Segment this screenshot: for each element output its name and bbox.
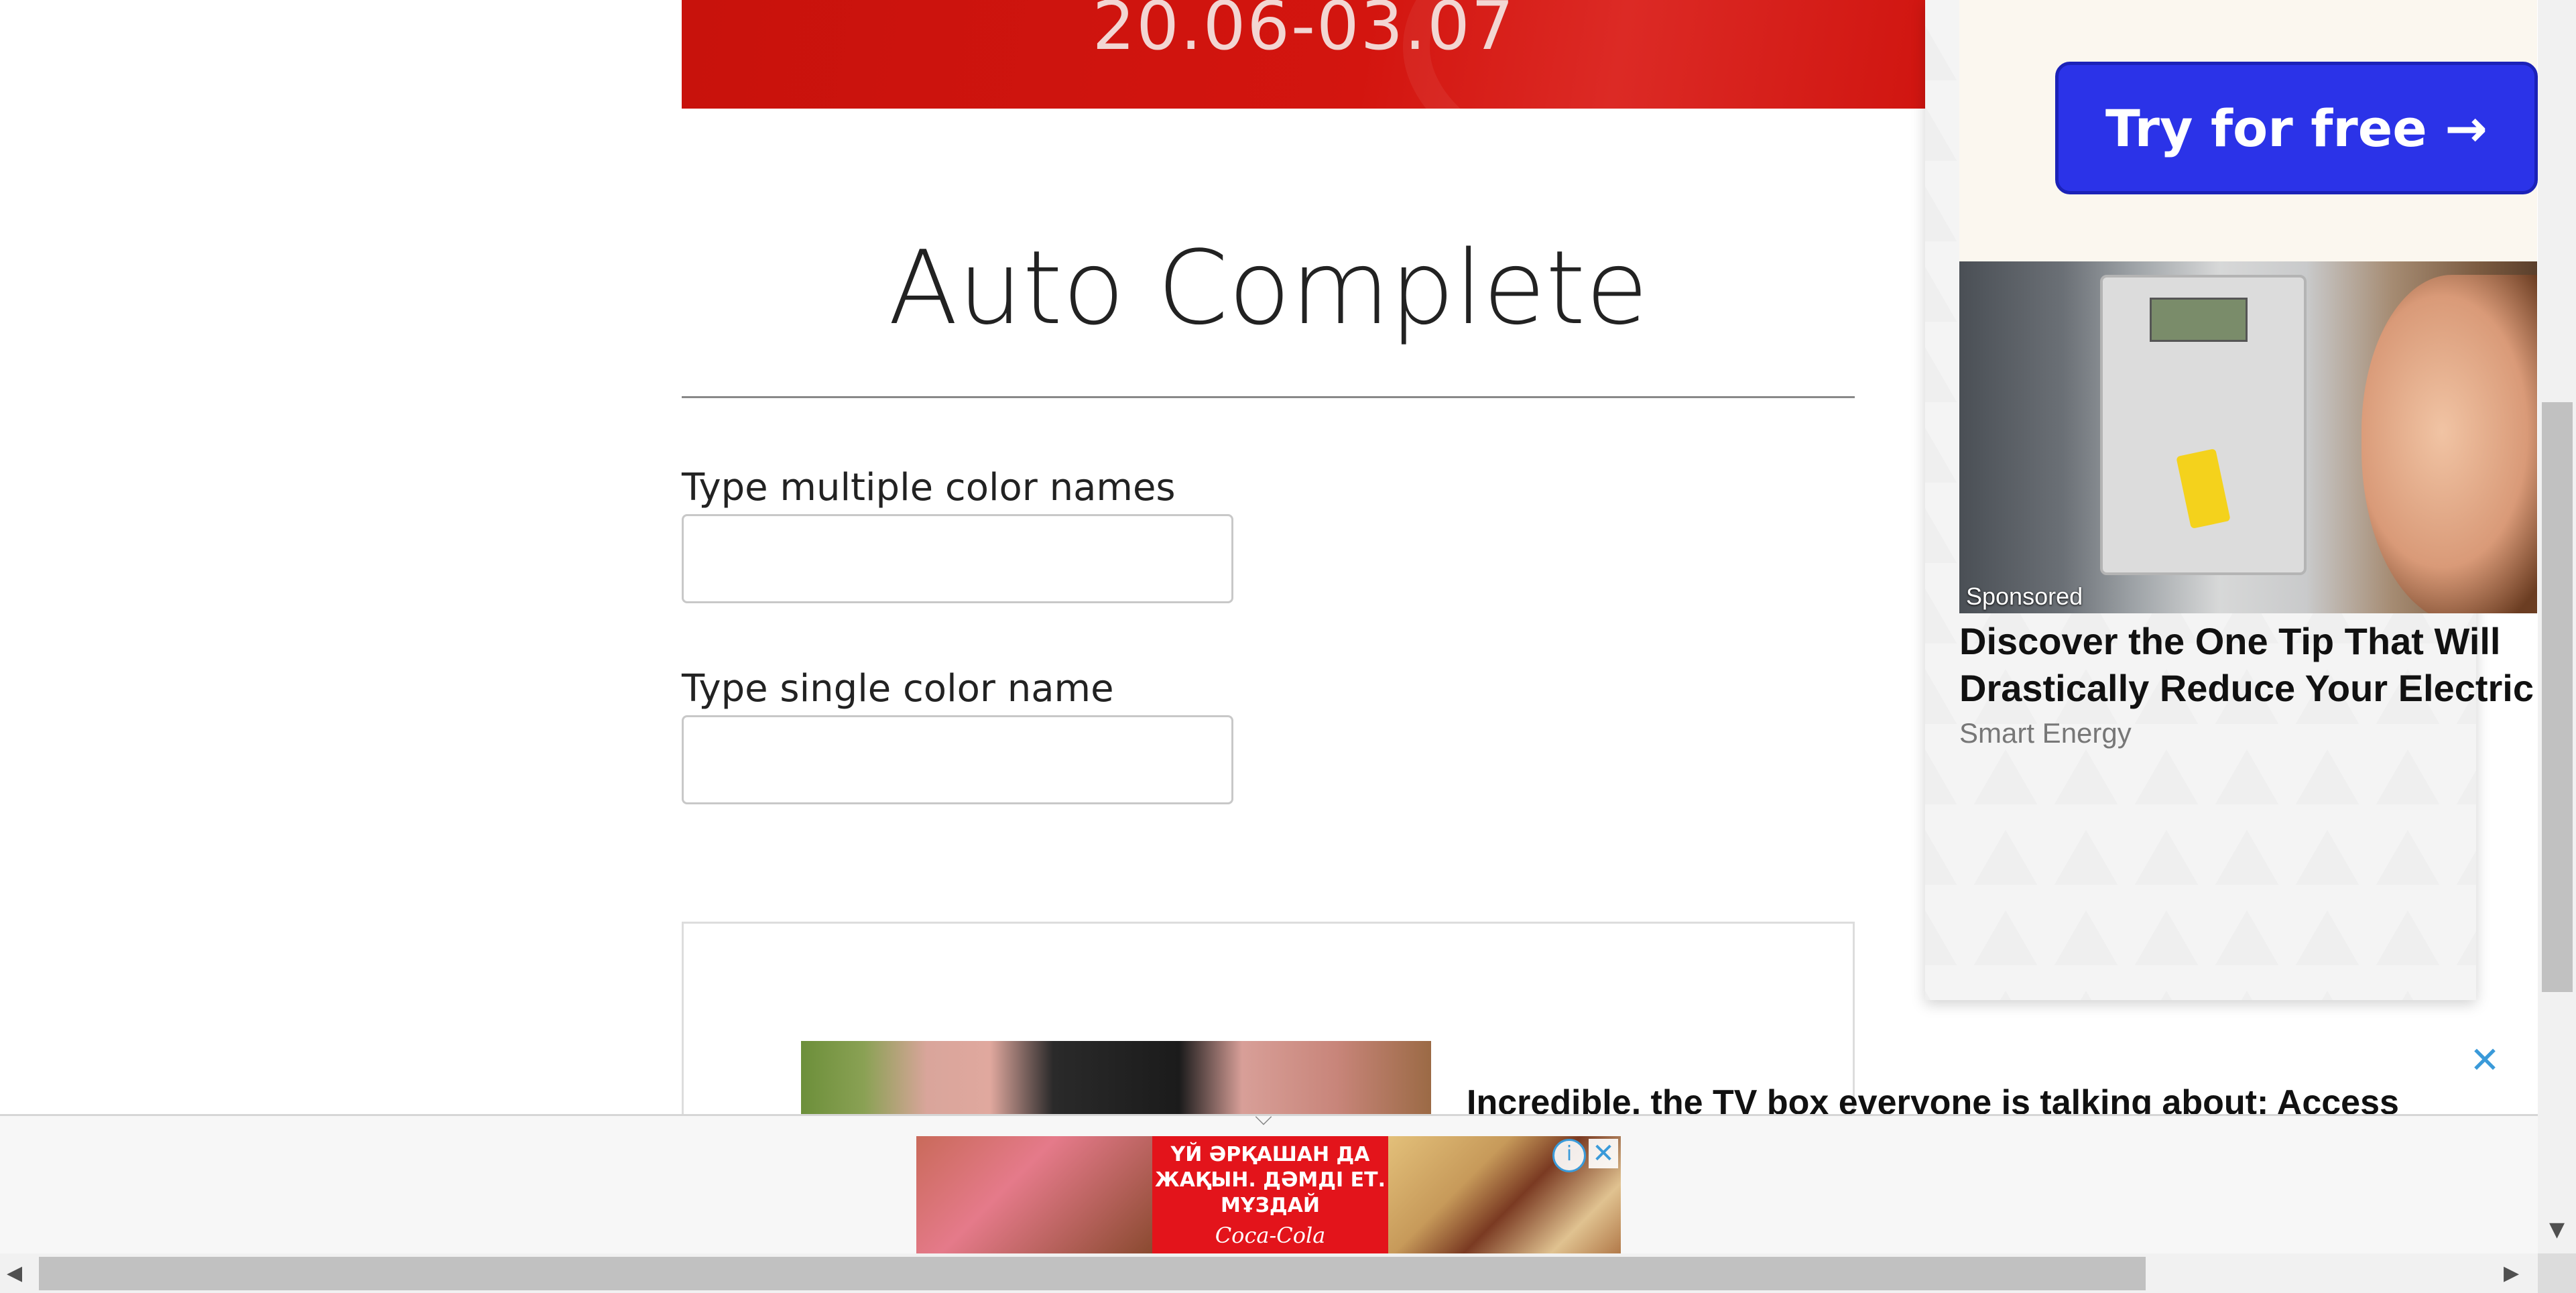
vertical-scrollbar-thumb[interactable] — [2542, 402, 2573, 992]
single-color-label: Type single color name — [682, 667, 1114, 711]
multiple-color-input[interactable] — [682, 514, 1233, 603]
video-ad-headline[interactable]: Incredible, the TV box everyone is talki… — [1467, 1079, 2512, 1114]
bottom-banner-ad[interactable]: ҮЙ ӘРҚАШАН ДА ЖАҚЫН. ДӘМДІ ЕТ. МҰЗДАЙ Co… — [916, 1136, 1621, 1253]
electric-meter-image — [2100, 275, 2307, 575]
horizontal-scrollbar-thumb[interactable] — [39, 1257, 2146, 1290]
sidebar-ad-source[interactable]: Smart Energy — [1959, 717, 2132, 749]
sidebar-ad-headline[interactable]: Discover the One Tip That Will Drastical… — [1959, 618, 2537, 719]
meter-tag — [2176, 448, 2231, 530]
banner-date-range: 20.06-03.07 — [1092, 0, 1516, 65]
chevron-down-icon[interactable]: ⌵ — [1247, 1106, 1280, 1129]
scroll-right-arrow-icon[interactable]: ▶ — [2504, 1259, 2530, 1288]
banner-close-icon[interactable]: ✕ — [1589, 1139, 1618, 1168]
close-icon[interactable]: ✕ — [2468, 1042, 2502, 1079]
title-divider — [682, 396, 1855, 398]
meter-display — [2150, 298, 2248, 342]
video-ad-thumbnail[interactable] — [801, 1041, 1431, 1115]
scrollbar-corner — [2538, 1253, 2576, 1293]
promo-banner[interactable]: 20.06-03.07 — [682, 0, 1926, 109]
single-color-input[interactable] — [682, 715, 1233, 804]
coca-cola-logo: Coca-Cola — [1215, 1222, 1326, 1248]
banner-ad-message: ҮЙ ӘРҚАШАН ДА ЖАҚЫН. ДӘМДІ ЕТ. МҰЗДАЙ Co… — [1152, 1136, 1388, 1253]
child-face-image — [2362, 275, 2537, 613]
scroll-down-arrow-icon[interactable]: ▼ — [2538, 1217, 2576, 1243]
sponsored-label: Sponsored — [1966, 582, 2083, 610]
banner-ad-photo-woman — [916, 1136, 1152, 1253]
scroll-left-arrow-icon[interactable]: ◀ — [7, 1259, 34, 1288]
try-for-free-button[interactable]: Try for free → — [2055, 62, 2538, 194]
multiple-color-label: Type multiple color names — [682, 466, 1176, 509]
banner-ad-text: ҮЙ ӘРҚАШАН ДА ЖАҚЫН. ДӘМДІ ЕТ. МҰЗДАЙ — [1155, 1142, 1386, 1217]
sidebar-ad-image[interactable]: Sponsored — [1959, 261, 2537, 613]
page-title: Auto Complete — [888, 229, 1648, 347]
banner-ad-photo-food: i ✕ — [1388, 1136, 1621, 1253]
adchoices-info-icon[interactable]: i — [1552, 1139, 1586, 1172]
